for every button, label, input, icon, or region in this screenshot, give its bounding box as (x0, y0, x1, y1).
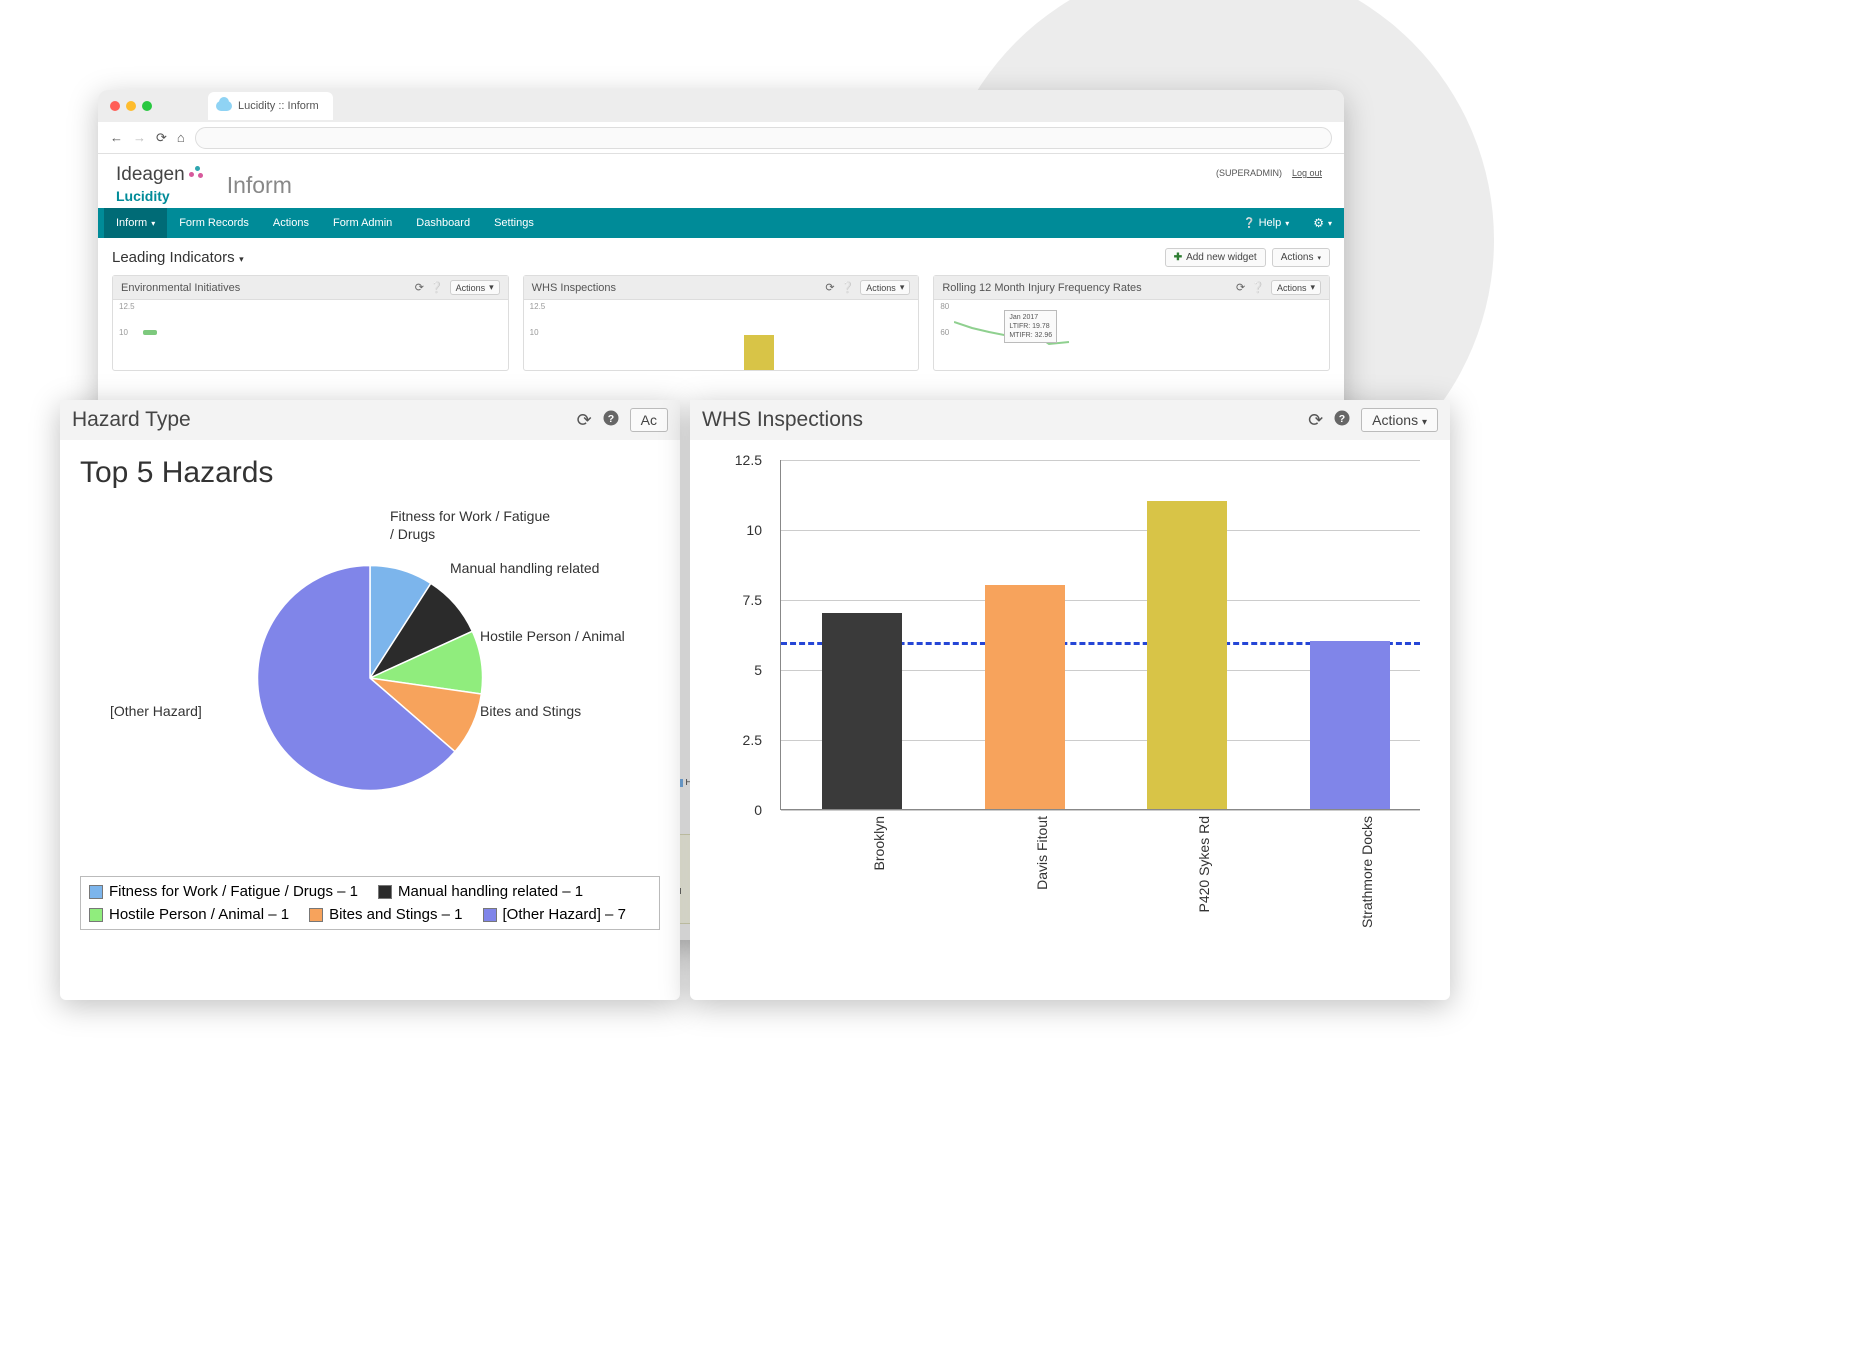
tab-title: Lucidity :: Inform (238, 100, 319, 112)
app-title: Inform (227, 172, 292, 199)
help-icon[interactable]: ❔ (841, 281, 855, 294)
legend-item: Fitness for Work / Fatigue / Drugs – 1 (89, 883, 358, 900)
brand-ideagen: Ideagen (116, 164, 185, 186)
y-tick: 5 (754, 662, 762, 678)
y-tick: 7.5 (743, 592, 762, 608)
x-label: Davis Fitout (1034, 816, 1050, 890)
pie-chart: Fitness for Work / Fatigue / Drugs Manua… (80, 508, 660, 848)
menu-actions[interactable]: Actions (261, 208, 321, 238)
bar[interactable] (1147, 501, 1227, 809)
bar-x-labels: BrooklynDavis FitoutP420 Sykes RdStrathm… (780, 810, 1420, 890)
card-actions-button[interactable]: Ac (630, 408, 668, 432)
x-label: Brooklyn (871, 816, 887, 870)
y-tick: 0 (754, 802, 762, 818)
card-hazard-title: Hazard Type (72, 408, 191, 432)
legend-item: Hostile Person / Animal – 1 (89, 906, 289, 923)
bar[interactable] (985, 585, 1065, 809)
widget-whs-mini: WHS Inspections ⟳ ❔ Actions ▾ 12.5 10 (523, 275, 920, 371)
browser-tab[interactable]: Lucidity :: Inform (208, 92, 333, 120)
menu-gear[interactable]: ⚙▾ (1301, 208, 1344, 238)
widget-actions-button[interactable]: Actions ▾ (450, 280, 500, 295)
brand-lucidity: Lucidity (116, 188, 203, 204)
menu-bar: Inform▾ Form Records Actions Form Admin … (98, 208, 1344, 238)
menu-settings[interactable]: Settings (482, 208, 546, 238)
dashboard-title[interactable]: Leading Indicators ▾ (112, 249, 244, 266)
widget-env: Environmental Initiatives ⟳ ❔ Actions ▾ … (112, 275, 509, 371)
pie-svg (245, 553, 495, 803)
dashboard-actions-button[interactable]: Actions ▾ (1272, 248, 1330, 267)
menu-dashboard[interactable]: Dashboard (404, 208, 482, 238)
widget-actions-button[interactable]: Actions ▾ (1271, 280, 1321, 295)
help-icon[interactable]: ❔ (1251, 281, 1265, 294)
pie-label-other: [Other Hazard] (110, 703, 202, 721)
nav-back-icon[interactable]: ← (110, 130, 123, 145)
nav-forward-icon[interactable]: → (133, 130, 146, 145)
bar-plot (780, 460, 1420, 810)
url-input[interactable] (195, 127, 1332, 149)
svg-text:?: ? (607, 412, 613, 424)
traffic-min-icon[interactable] (126, 101, 136, 111)
pie-label-hostile: Hostile Person / Animal (480, 628, 625, 646)
card-actions-button[interactable]: Actions ▾ (1361, 408, 1438, 432)
browser-tabstrip: Lucidity :: Inform (98, 90, 1344, 122)
x-label: P420 Sykes Rd (1196, 816, 1212, 913)
pie-label-fitness: Fitness for Work / Fatigue / Drugs (390, 508, 550, 543)
card-whs-inspections: WHS Inspections ⟳ ? Actions ▾ 0 2.5 5 7.5 10… (690, 400, 1450, 1000)
nav-home-icon[interactable]: ⌂ (177, 130, 185, 145)
chart-tooltip: Jan 2017 LTIFR: 19.78 MTIFR: 32.96 (1004, 310, 1057, 343)
browser-address-bar: ← → ⟳ ⌂ (98, 122, 1344, 154)
widget-whs-title: WHS Inspections (532, 282, 616, 294)
bar-chart: 02.557.51012.5 BrooklynDavis FitoutP420 … (710, 460, 1430, 890)
menu-inform[interactable]: Inform▾ (104, 208, 167, 238)
help-icon[interactable]: ❔ (430, 281, 444, 294)
account-area: (SUPERADMIN) Log out (1216, 168, 1322, 178)
brand-bar: Ideagen Lucidity Inform (SUPERADMIN) Log… (98, 154, 1344, 208)
traffic-max-icon[interactable] (142, 101, 152, 111)
pie-label-bites: Bites and Stings (480, 703, 581, 721)
mini-bar (744, 335, 774, 370)
svg-text:?: ? (1339, 412, 1345, 424)
menu-form-admin[interactable]: Form Admin (321, 208, 404, 238)
menu-help[interactable]: ❔ Help▾ (1231, 208, 1301, 238)
cloud-icon (216, 101, 232, 111)
card-whs-title: WHS Inspections (702, 408, 863, 432)
help-icon[interactable]: ? (602, 409, 620, 432)
pie-legend: Fitness for Work / Fatigue / Drugs – 1 M… (80, 876, 660, 930)
account-role: (SUPERADMIN) (1216, 168, 1282, 178)
add-widget-button[interactable]: ✚Add new widget (1165, 248, 1266, 267)
widget-injury: Rolling 12 Month Injury Frequency Rates … (933, 275, 1330, 371)
legend-item: Manual handling related – 1 (378, 883, 583, 900)
refresh-icon[interactable]: ⟳ (577, 410, 592, 431)
traffic-close-icon[interactable] (110, 101, 120, 111)
card-hazard-type: Hazard Type ⟳ ? Ac Top 5 Hazards Fitness… (60, 400, 680, 1000)
refresh-icon[interactable]: ⟳ (415, 281, 424, 294)
help-icon[interactable]: ? (1333, 409, 1351, 432)
logout-link[interactable]: Log out (1292, 168, 1322, 178)
bar[interactable] (822, 613, 902, 809)
widget-env-title: Environmental Initiatives (121, 282, 240, 294)
y-tick: 2.5 (743, 732, 762, 748)
bar-y-axis: 02.557.51012.5 (720, 460, 770, 810)
refresh-icon[interactable]: ⟳ (825, 281, 834, 294)
hazard-heading: Top 5 Hazards (80, 456, 660, 490)
menu-form-records[interactable]: Form Records (167, 208, 261, 238)
x-label: Strathmore Docks (1359, 816, 1375, 928)
refresh-icon[interactable]: ⟳ (1236, 281, 1245, 294)
widget-actions-button[interactable]: Actions ▾ (860, 280, 910, 295)
legend-item: Bites and Stings – 1 (309, 906, 462, 923)
widget-injury-title: Rolling 12 Month Injury Frequency Rates (942, 282, 1141, 294)
y-tick: 12.5 (735, 452, 762, 468)
y-tick: 10 (746, 522, 762, 538)
brand-dots-icon (189, 164, 203, 178)
pie-label-manual: Manual handling related (450, 560, 599, 578)
bar[interactable] (1310, 641, 1390, 809)
refresh-icon[interactable]: ⟳ (1308, 410, 1323, 431)
nav-reload-icon[interactable]: ⟳ (156, 130, 167, 146)
legend-item: [Other Hazard] – 7 (483, 906, 626, 923)
